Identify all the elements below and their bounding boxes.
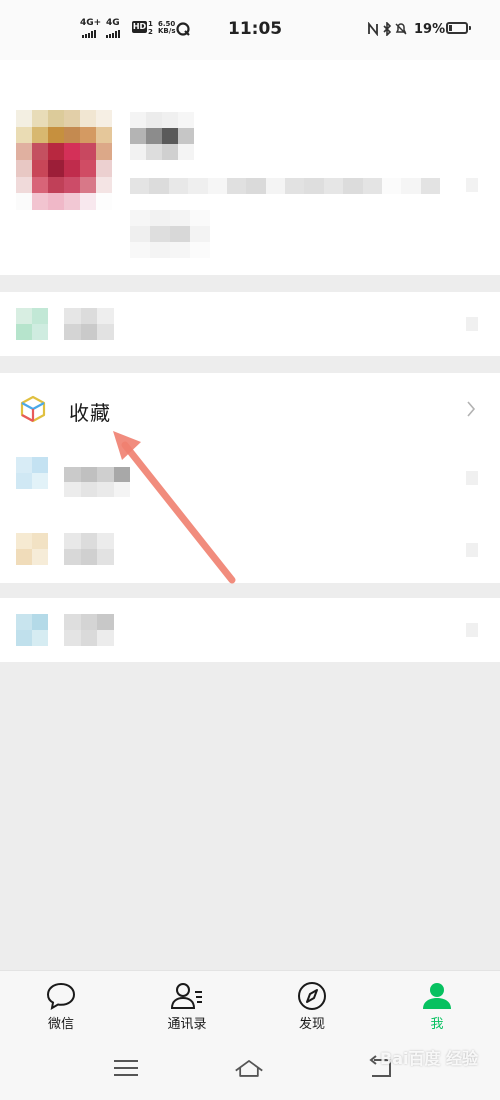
favorites-label: 收藏 [69,401,111,425]
menu-label-redacted [64,467,130,497]
avatar[interactable] [16,110,112,210]
tab-discover-label: 发现 [298,1017,325,1032]
tab-discover[interactable]: 发现 [267,981,357,1037]
menu-row-redacted[interactable] [0,443,500,513]
menu-label-redacted [64,614,114,646]
chevron-right-icon [466,471,478,485]
chevron-right-icon [466,317,478,331]
compass-icon [298,982,326,1010]
favorites-cube-icon [20,395,46,423]
chevron-right-icon [467,401,476,417]
home-icon[interactable] [234,1055,264,1081]
menu-section-1 [0,292,500,356]
favorites-row[interactable]: 收藏 [0,373,500,443]
tab-contacts-label: 通讯录 [167,1017,207,1032]
clock: 11:05 [228,19,283,39]
tab-me-label: 我 [430,1017,444,1032]
menu-label-redacted [64,308,114,340]
hd-voice-icon: HD [132,21,147,33]
person-icon [423,983,451,1009]
menu-row-redacted[interactable] [0,292,500,356]
signal-icon-2 [106,30,120,38]
menu-icon[interactable] [111,1055,141,1081]
menu-row-redacted[interactable] [0,598,500,662]
album-icon [16,457,48,489]
chevron-right-icon [466,623,478,637]
app-notification-icon [176,22,190,36]
nickname-redacted [130,112,194,160]
speed-unit: KB/s [158,27,176,35]
sim-1-label: 1 [148,20,153,28]
menu-section-2: 收藏 [0,373,500,583]
watermark: Bai百度 经验 [380,1049,479,1068]
chevron-right-icon [466,543,478,557]
status-bar: 4G+ 4G HD 1 2 6.50 KB/s 11:05 19% [0,0,500,60]
hd-sim-numbers: 1 2 [148,20,153,36]
wechat-id-redacted [130,178,440,194]
tab-contacts[interactable]: 通讯录 [142,981,232,1037]
battery-icon [446,22,471,34]
bluetooth-icon [383,22,392,36]
network-speed: 6.50 KB/s [158,21,175,35]
chat-bubble-icon [46,982,76,1010]
menu-label-redacted [64,533,114,565]
cards-icon [16,533,48,565]
contacts-icon [170,983,202,1009]
battery-level-fill [449,25,452,31]
nfc-icon [368,22,378,36]
network-4g-label: 4G [106,18,120,28]
settings-icon [16,614,48,646]
status-redacted [130,210,210,258]
network-4g-plus-label: 4G+ [80,18,102,28]
mute-bell-icon [395,23,407,35]
tab-me[interactable]: 我 [392,981,482,1037]
menu-section-3 [0,598,500,662]
profile-header[interactable] [0,60,500,275]
profile-chevron-icon [466,178,478,192]
service-icon [16,308,48,340]
battery-percent: 19% [414,22,446,37]
menu-row-redacted[interactable] [0,513,500,583]
sim-2-label: 2 [148,28,153,36]
tab-chats[interactable]: 微信 [16,981,106,1037]
tab-chats-label: 微信 [47,1017,74,1032]
signal-icon [82,30,96,38]
